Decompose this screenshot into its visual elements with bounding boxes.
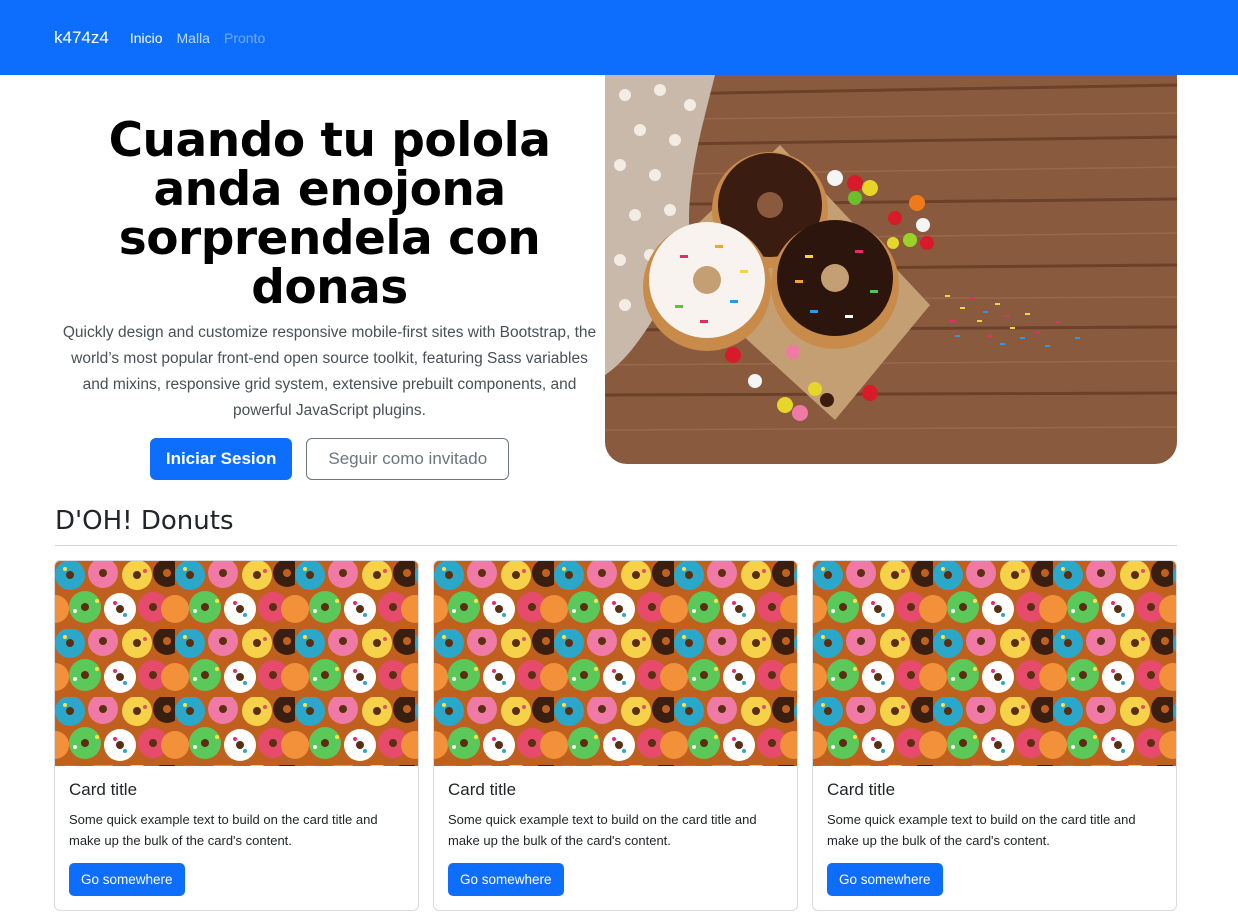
card-2: Card title Some quick example text to bu… <box>433 560 798 911</box>
navbar: k474z4 Inicio Malla Pronto <box>0 0 1238 75</box>
card-title: Card title <box>448 780 517 799</box>
hero-buttons: Iniciar Sesion Seguir como invitado <box>62 438 597 480</box>
nav-link-inicio[interactable]: Inicio <box>130 30 163 46</box>
brand-link[interactable]: k474z4 <box>54 28 109 48</box>
hero-image <box>605 75 1177 464</box>
hero-text: Cuando tu polola anda enojona sorprendel… <box>62 116 597 480</box>
card-button[interactable]: Go somewhere <box>448 863 564 896</box>
guest-button[interactable]: Seguir como invitado <box>306 438 510 480</box>
nav-link-pronto: Pronto <box>223 29 266 46</box>
card-text: Some quick example text to build on the … <box>448 812 757 848</box>
card-title: Card title <box>827 780 896 799</box>
card-button[interactable]: Go somewhere <box>827 863 943 896</box>
section-title: D'OH! Donuts <box>55 506 234 536</box>
card-button[interactable]: Go somewhere <box>69 863 185 896</box>
nav-link-malla[interactable]: Malla <box>177 30 210 46</box>
hero-title: Cuando tu polola anda enojona sorprendel… <box>108 113 551 315</box>
donuts-card-image <box>813 561 1176 766</box>
card-title: Card title <box>69 780 138 799</box>
section-divider <box>55 545 1177 546</box>
card-text: Some quick example text to build on the … <box>69 812 378 848</box>
login-button[interactable]: Iniciar Sesion <box>149 438 293 480</box>
card-1: Card title Some quick example text to bu… <box>54 560 419 911</box>
donuts-card-image <box>434 561 797 766</box>
hero-lead: Quickly design and customize responsive … <box>62 324 597 419</box>
donuts-card-image <box>55 561 418 766</box>
card-text: Some quick example text to build on the … <box>827 812 1136 848</box>
card-3: Card title Some quick example text to bu… <box>812 560 1177 911</box>
donuts-on-table-illustration <box>605 75 1177 464</box>
